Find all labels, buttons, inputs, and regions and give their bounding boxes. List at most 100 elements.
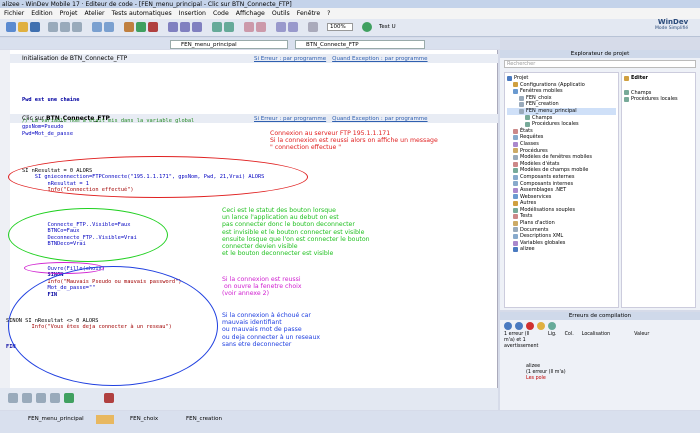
help-icon[interactable] — [276, 22, 286, 32]
menu-projet[interactable]: Projet — [60, 10, 78, 17]
code-editor[interactable]: Initialisation de BTN_Connecte_FTP Si Er… — [0, 50, 498, 388]
tree-item[interactable]: Assemblages .NET — [507, 187, 616, 194]
undo-icon[interactable] — [92, 22, 102, 32]
tree-item[interactable]: Plans d'action — [507, 220, 616, 227]
query-icon[interactable] — [192, 22, 202, 32]
explorer-search[interactable]: Rechercher — [504, 60, 696, 68]
menu-fichier[interactable]: Fichier — [4, 10, 24, 17]
click-exception-link[interactable]: Quand Exception : par programme — [332, 116, 427, 122]
code-line-decl: Pwd est une chaine — [22, 97, 79, 103]
menu-insertion[interactable]: Insertion — [179, 10, 206, 17]
compilation-errors-panel: Erreurs de compilation 1 erreur (Il m'a)… — [500, 312, 700, 410]
menu-affichage[interactable]: Affichage — [236, 10, 265, 17]
copy-icon[interactable] — [60, 22, 70, 32]
detail-item[interactable]: Procédures locales — [624, 96, 693, 103]
info-icon[interactable] — [504, 322, 512, 330]
annotation-oval-green — [8, 208, 168, 262]
class-icon — [513, 141, 518, 147]
tree-item[interactable]: Tests — [507, 213, 616, 220]
open-icon[interactable] — [18, 22, 28, 32]
code-block-vars: // La variable nom a etait mis dans la v… — [22, 118, 194, 137]
detail-header[interactable]: Editer — [624, 75, 693, 82]
tree-item[interactable]: Variables globales — [507, 240, 616, 247]
config-icon — [513, 82, 518, 88]
bookmark-icon[interactable] — [22, 393, 32, 403]
report-icon[interactable] — [180, 22, 190, 32]
fields-icon — [624, 90, 629, 96]
tab-fen-choix[interactable]: FEN_choix — [120, 415, 170, 424]
cut-icon[interactable] — [48, 22, 58, 32]
tree-item[interactable]: Descriptions XML — [507, 233, 616, 240]
click-error-link[interactable]: Si Erreur : par programme — [254, 116, 326, 122]
menu-fenetre[interactable]: Fenêtre — [297, 10, 320, 17]
test-label[interactable]: Test U — [379, 24, 396, 30]
stop-icon[interactable] — [104, 393, 114, 403]
title-bar: alizee - WinDev Mobile 17 · Editeur de c… — [0, 0, 700, 8]
debug-icon[interactable] — [244, 22, 254, 32]
tree-item[interactable]: Fenêtres mobiles — [507, 88, 616, 95]
run-icon[interactable] — [136, 22, 146, 32]
stop-icon[interactable] — [148, 22, 158, 32]
redo-icon[interactable] — [104, 22, 114, 32]
save-icon[interactable] — [30, 22, 40, 32]
bookmark-icon[interactable] — [50, 393, 60, 403]
error-row[interactable]: Les pole — [526, 376, 566, 382]
menu-tests[interactable]: Tests automatiques — [112, 10, 172, 17]
tree-item[interactable]: Projet — [507, 75, 616, 82]
zoom-combo[interactable]: 100% — [327, 23, 353, 31]
col-loc: Localisation — [581, 332, 611, 337]
refresh-icon[interactable] — [548, 322, 556, 330]
tab-active-code[interactable] — [96, 415, 114, 424]
tree-item[interactable]: Procédures locales — [507, 121, 616, 128]
tree-item[interactable]: Composants externes — [507, 174, 616, 181]
tree-item[interactable]: Modèles de fenêtres mobiles — [507, 154, 616, 161]
bookmark-icon[interactable] — [8, 393, 18, 403]
new-icon[interactable] — [6, 22, 16, 32]
menu-help[interactable]: ? — [327, 10, 330, 17]
analysis-icon[interactable] — [212, 22, 222, 32]
project-icon — [507, 75, 512, 81]
breakpoint-icon[interactable] — [256, 22, 266, 32]
warning-icon[interactable] — [537, 322, 545, 330]
tree-item[interactable]: FEN_creation — [507, 101, 616, 108]
tab-fen-menu-principal[interactable]: FEN_menu_principal — [18, 415, 94, 424]
query-icon — [513, 135, 518, 141]
tree-item[interactable]: Documents — [507, 227, 616, 234]
project-icon[interactable] — [224, 22, 234, 32]
edit-icon — [624, 75, 629, 81]
tree-item-selected[interactable]: FEN_menu_principal — [507, 107, 616, 115]
tree-item[interactable]: Modélisations souples — [507, 207, 616, 214]
filter-icon[interactable] — [515, 322, 523, 330]
tree-item[interactable]: Webservices — [507, 194, 616, 201]
tree-item[interactable]: FEN_choix — [507, 95, 616, 102]
run-icon[interactable] — [64, 393, 74, 403]
errors-title: Erreurs de compilation — [500, 312, 700, 320]
tree-item[interactable]: Composants internes — [507, 181, 616, 188]
init-error-link[interactable]: Si Erreur : par programme — [254, 56, 326, 62]
error-icon[interactable] — [526, 322, 534, 330]
control-combo[interactable]: BTN_Connecte_FTP — [295, 40, 425, 49]
explorer-detail: Editer Champs Procédures locales — [621, 72, 696, 308]
other-icon — [513, 201, 518, 207]
tree-item[interactable]: alizee — [507, 246, 616, 253]
init-exception-link[interactable]: Quand Exception : par programme — [332, 56, 427, 62]
tree-item[interactable]: Classes — [507, 141, 616, 148]
window-icon[interactable] — [168, 22, 178, 32]
tree-item[interactable]: Autres — [507, 200, 616, 207]
section-init-title: Initialisation de BTN_Connecte_FTP — [22, 55, 128, 62]
menu-edition[interactable]: Edition — [31, 10, 52, 17]
tool-icon[interactable] — [124, 22, 134, 32]
bookmark-icon[interactable] — [36, 393, 46, 403]
tree-item[interactable]: Requêtes — [507, 134, 616, 141]
grid-icon[interactable] — [308, 22, 318, 32]
tab-fen-creation[interactable]: FEN_creation — [176, 415, 234, 424]
go-icon[interactable] — [362, 22, 372, 32]
menu-code[interactable]: Code — [213, 10, 229, 17]
menu-outils[interactable]: Outils — [272, 10, 290, 17]
tree-item[interactable]: Modèles de champs mobile — [507, 167, 616, 174]
window-combo[interactable]: FEN_menu_principal — [170, 40, 288, 49]
search-icon[interactable] — [288, 22, 298, 32]
menu-atelier[interactable]: Atelier — [84, 10, 104, 17]
section-init: Initialisation de BTN_Connecte_FTP Si Er… — [10, 54, 498, 63]
paste-icon[interactable] — [72, 22, 82, 32]
